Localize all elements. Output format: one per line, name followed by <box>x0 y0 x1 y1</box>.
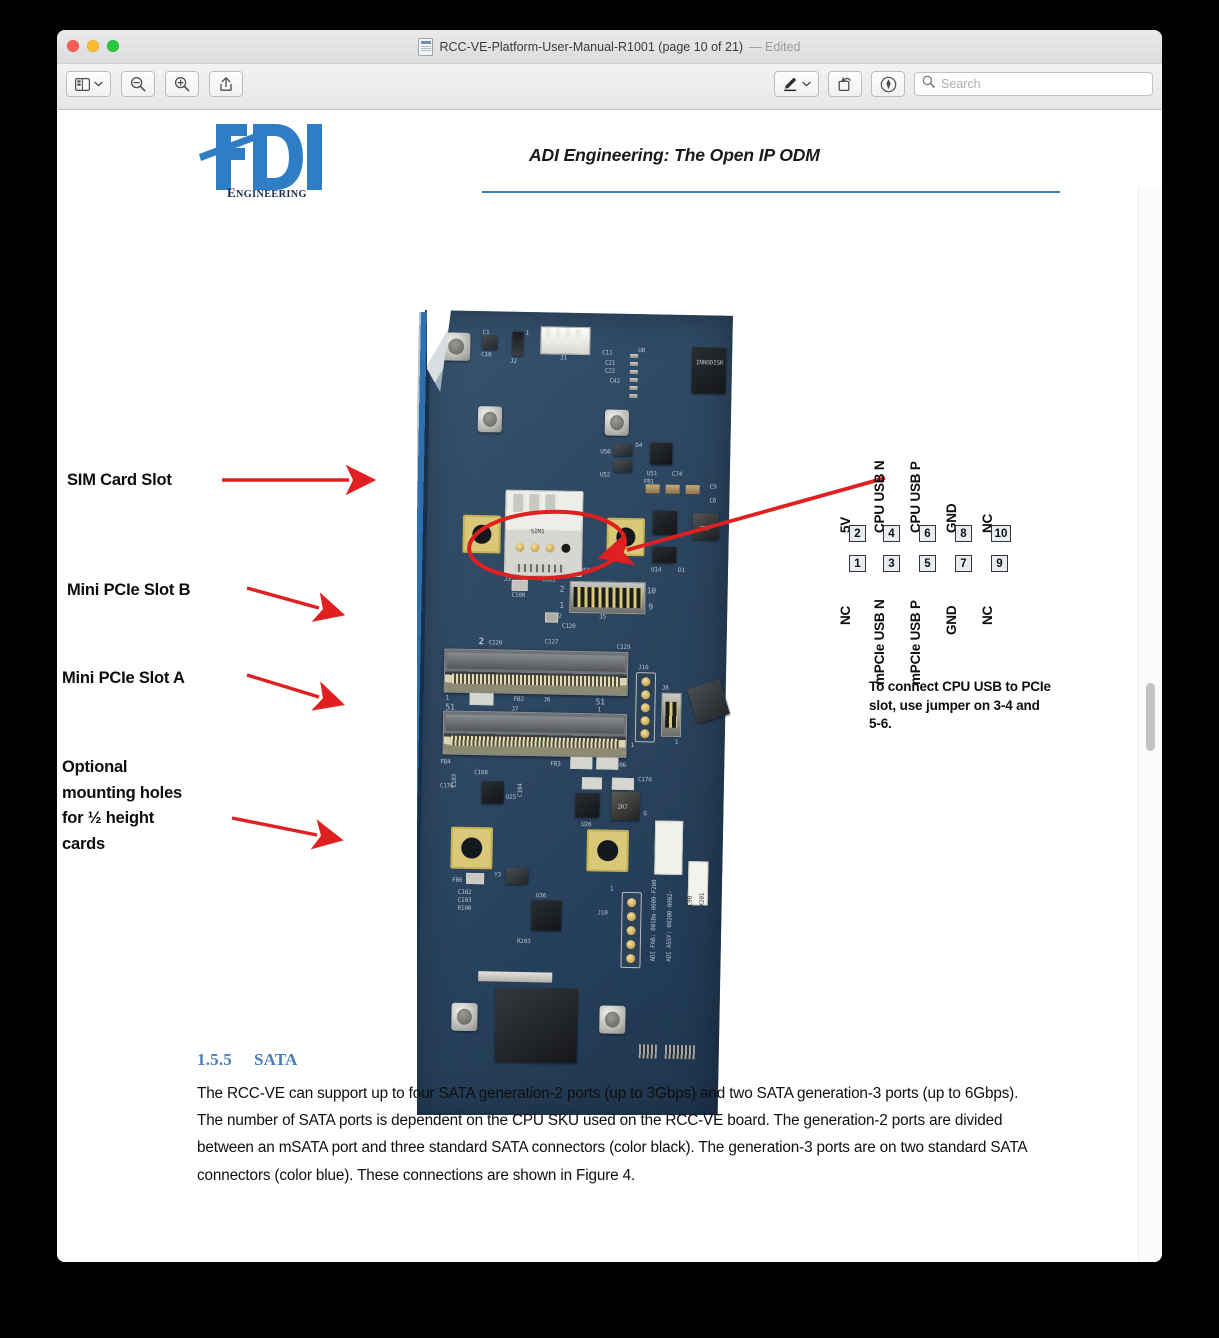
pin-label-bottom-1: mPCIe USB N <box>872 599 887 685</box>
pdf-page: E NGINEERING ADI Engineering: The Open I… <box>57 110 1139 1262</box>
vertical-scrollbar[interactable] <box>1138 188 1162 1262</box>
sidebar-toggle-button[interactable] <box>66 71 111 97</box>
search-placeholder: Search <box>941 77 981 91</box>
pin-box-2: 2 <box>849 525 866 542</box>
markup-pen-icon <box>782 76 798 92</box>
pdf-content-area[interactable]: E NGINEERING ADI Engineering: The Open I… <box>57 110 1162 1262</box>
share-icon <box>219 76 233 92</box>
pin-label-bottom-4: NC <box>980 605 995 625</box>
toolbar-left-group <box>66 71 243 97</box>
search-icon <box>922 75 935 93</box>
toolbar-right-group: Search <box>774 71 1153 97</box>
section-heading: 1.5.5 SATA <box>197 1050 1027 1070</box>
search-input[interactable]: Search <box>914 72 1153 96</box>
pin-label-top-2: CPU USB P <box>908 461 923 533</box>
edited-badge: — Edited <box>749 39 801 54</box>
header-divider <box>482 191 1060 193</box>
window-titlebar: RCC-VE-Platform-User-Manual-R1001 (page … <box>57 30 1162 64</box>
callout-mini-pcie-a: Mini PCIe Slot A <box>62 669 185 687</box>
minimize-button[interactable] <box>87 40 99 52</box>
pin-box-3: 3 <box>883 555 900 572</box>
toolbar: Search <box>57 64 1162 110</box>
close-button[interactable] <box>67 40 79 52</box>
rotate-button[interactable] <box>828 71 862 97</box>
section-body-text: The RCC-VE can support up to four SATA g… <box>197 1085 1027 1184</box>
callout-sim-card-slot: SIM Card Slot <box>67 471 172 489</box>
section-number: 1.5.5 <box>197 1050 232 1069</box>
chevron-down-icon <box>802 81 811 87</box>
zoom-in-button[interactable] <box>165 71 199 97</box>
scrollbar-thumb[interactable] <box>1146 683 1155 751</box>
arrow-mini-pcie-a <box>246 673 346 711</box>
markup-toolbar-button[interactable] <box>774 71 819 97</box>
pin-box-8: 8 <box>955 525 972 542</box>
share-button[interactable] <box>209 71 243 97</box>
sidebar-icon <box>74 77 90 91</box>
arrow-mini-pcie-b <box>246 586 346 622</box>
annotate-icon <box>880 76 897 93</box>
pdf-preview-window: RCC-VE-Platform-User-Manual-R1001 (page … <box>57 30 1162 1262</box>
svg-text:E: E <box>227 185 236 198</box>
chevron-down-icon <box>93 81 103 87</box>
document-header-title: ADI Engineering: The Open IP ODM <box>529 145 820 165</box>
pin-label-bottom-2: mPCIe USB P <box>908 600 923 685</box>
pin-header-diagram: 5V 2 1 NC CPU USB N 4 3 mPCIe USB N CPU … <box>838 415 1047 695</box>
annotate-button[interactable] <box>871 71 905 97</box>
adi-engineering-logo: E NGINEERING <box>199 124 322 198</box>
pin-box-5: 5 <box>919 555 936 572</box>
annotation-ellipse-pin-header <box>467 509 627 581</box>
pin-label-bottom-0: NC <box>838 605 853 625</box>
pin-box-10: 10 <box>991 525 1011 542</box>
zoom-out-icon <box>130 76 146 92</box>
pin-label-top-1: CPU USB N <box>872 460 887 533</box>
section-title: SATA <box>254 1050 298 1069</box>
window-title-text: RCC-VE-Platform-User-Manual-R1001 (page … <box>439 39 744 54</box>
zoom-in-icon <box>174 76 190 92</box>
pdf-document-icon <box>418 37 434 56</box>
svg-text:NGINEERING: NGINEERING <box>236 189 307 198</box>
pin-box-6: 6 <box>919 525 936 542</box>
rotate-icon <box>837 76 853 92</box>
pin-diagram-note: To connect CPU USB to PCIe slot, use jum… <box>869 679 1051 732</box>
pin-box-9: 9 <box>991 555 1008 572</box>
pin-box-7: 7 <box>955 555 972 572</box>
pin-label-bottom-3: GND <box>944 605 959 635</box>
document-header: E NGINEERING ADI Engineering: The Open I… <box>197 120 1077 205</box>
pin-box-1: 1 <box>849 555 866 572</box>
pin-box-4: 4 <box>883 525 900 542</box>
section-sata: 1.5.5 SATA The RCC-VE can support up to f… <box>197 1050 1027 1189</box>
callout-mounting-holes: Optional mounting holes for ½ height car… <box>62 758 183 853</box>
callout-mini-pcie-b: Mini PCIe Slot B <box>67 581 191 599</box>
window-controls <box>67 40 119 52</box>
zoom-out-button[interactable] <box>121 71 155 97</box>
figure-board-diagram: C1 C10 J2 1 J1 C11 C21 C22 C42 U8 INNODI… <box>57 210 1139 1115</box>
window-title: RCC-VE-Platform-User-Manual-R1001 (page … <box>57 30 1162 63</box>
maximize-button[interactable] <box>107 40 119 52</box>
